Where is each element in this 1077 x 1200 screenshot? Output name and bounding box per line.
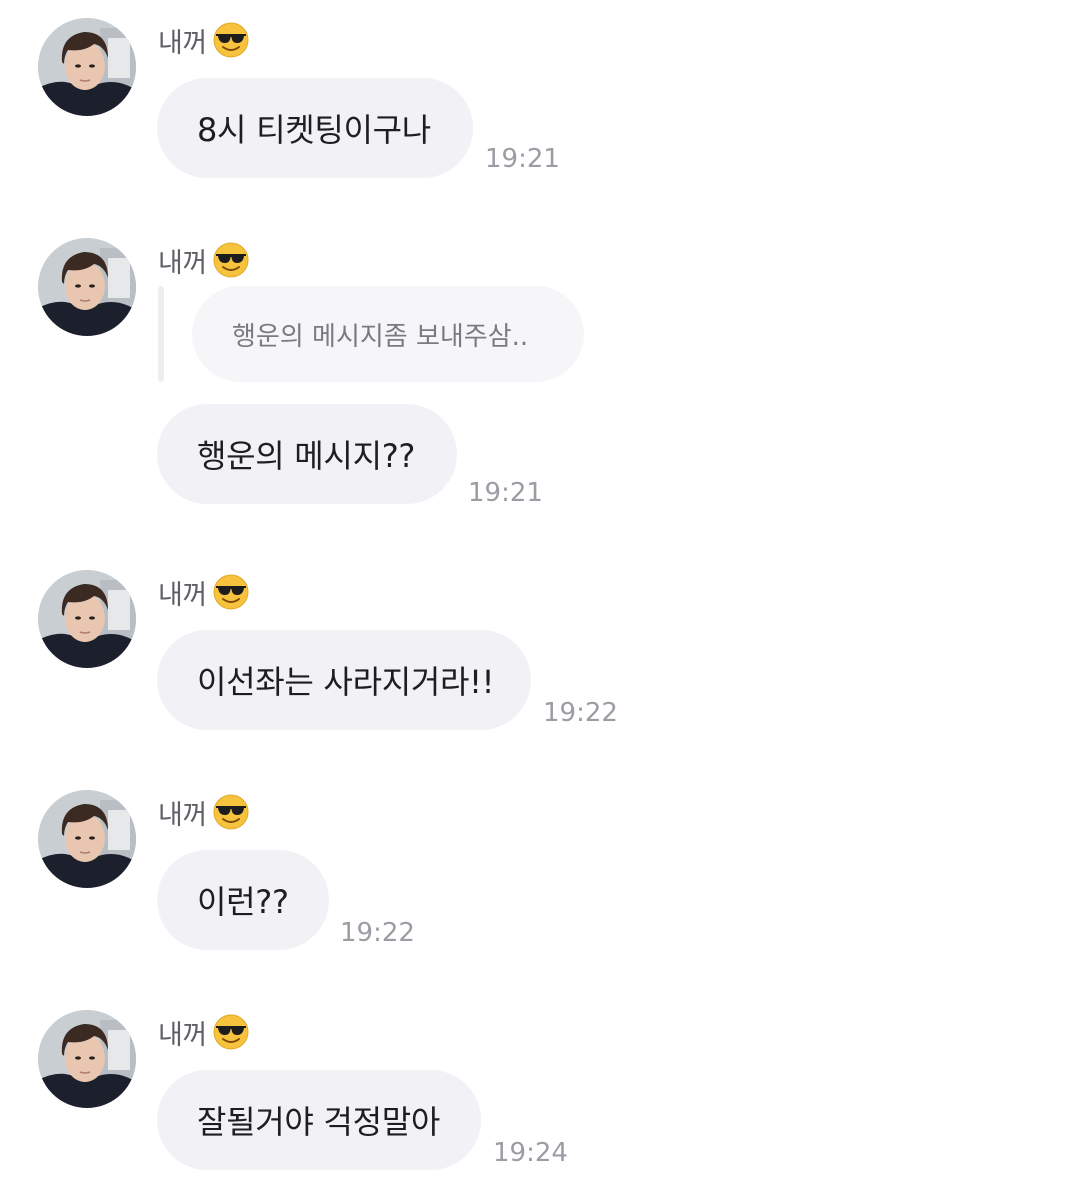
avatar[interactable] [38,1010,136,1108]
message-bubble[interactable]: 이선좌는 사라지거라!! [157,630,531,730]
quoted-reply[interactable]: 행운의 메시지좀 보내주삼.. [192,286,584,382]
message-bubble[interactable]: 8시 티켓팅이구나 [157,78,473,178]
sender-name: 내꺼 [158,247,207,279]
message-time: 19:21 [485,144,560,174]
message-bubble[interactable]: 이런?? [157,850,329,950]
avatar[interactable] [38,238,136,336]
smiling-face-with-sunglasses-icon [213,242,249,278]
avatar[interactable] [38,570,136,668]
profile-photo [38,570,136,668]
profile-photo [38,790,136,888]
quote-indicator-bar [158,286,164,382]
smiling-face-with-sunglasses-icon [213,794,249,830]
sender-label: 내꺼 [158,20,249,60]
sender-label: 내꺼 [158,1012,249,1052]
message-time: 19:21 [468,478,543,508]
smiling-face-with-sunglasses-icon [213,1014,249,1050]
sender-label: 내꺼 [158,240,249,280]
sender-label: 내꺼 [158,792,249,832]
profile-photo [38,1010,136,1108]
message-time: 19:24 [493,1138,568,1168]
message-bubble[interactable]: 잘될거야 걱정말아 [157,1070,481,1170]
smiling-face-with-sunglasses-icon [213,574,249,610]
profile-photo [38,238,136,336]
avatar[interactable] [38,790,136,888]
message-time: 19:22 [340,918,415,948]
sender-name: 내꺼 [158,579,207,611]
avatar[interactable] [38,18,136,116]
sender-name: 내꺼 [158,799,207,831]
smiling-face-with-sunglasses-icon [213,22,249,58]
message-time: 19:22 [543,698,618,728]
message-bubble[interactable]: 행운의 메시지?? [157,404,457,504]
sender-name: 내꺼 [158,27,207,59]
sender-label: 내꺼 [158,572,249,612]
profile-photo [38,18,136,116]
sender-name: 내꺼 [158,1019,207,1051]
